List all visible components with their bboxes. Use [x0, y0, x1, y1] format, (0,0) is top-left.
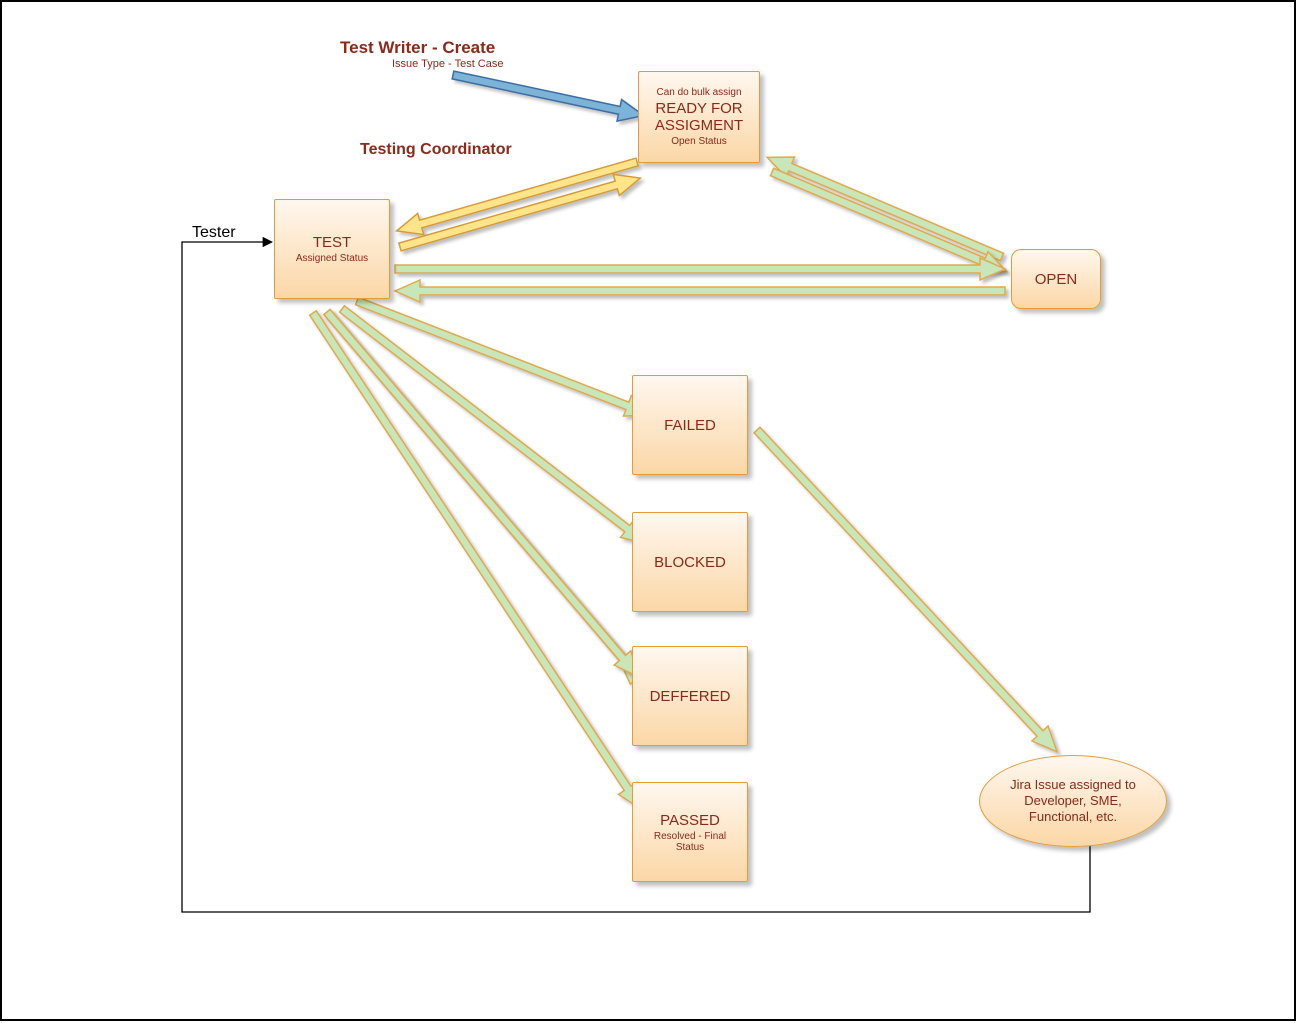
- node-test-title: TEST: [313, 234, 351, 251]
- node-ready-title2: ASSIGMENT: [655, 117, 743, 134]
- arrow-test-to-ready: [397, 168, 643, 258]
- node-passed-sub1: Resolved - Final: [654, 831, 726, 842]
- node-open-title: OPEN: [1035, 271, 1078, 288]
- arrow-open-to-test: [395, 280, 1005, 302]
- node-jira-line1: Jira Issue assigned to: [1010, 777, 1136, 793]
- diagram-canvas: { "labels": { "testwriter_title": "Test …: [0, 0, 1296, 1021]
- arrow-test-to-open: [395, 258, 1005, 280]
- node-deffered: DEFFERED: [632, 646, 748, 746]
- label-testwriter-title: Test Writer - Create: [340, 38, 495, 58]
- label-testing-coordinator: Testing Coordinator: [360, 141, 512, 159]
- label-tester: Tester: [192, 224, 236, 242]
- node-jira-line2: Developer, SME,: [1024, 793, 1122, 809]
- node-blocked-title: BLOCKED: [654, 554, 726, 571]
- arrow-ready-to-open: [768, 162, 1011, 282]
- node-jira-line3: Functional, etc.: [1029, 809, 1117, 825]
- node-ready-title1: READY FOR: [655, 100, 742, 117]
- node-passed-title: PASSED: [660, 812, 720, 829]
- node-passed: PASSED Resolved - Final Status: [632, 782, 748, 882]
- node-deffered-title: DEFFERED: [650, 688, 731, 705]
- arrow-create: [451, 64, 646, 126]
- arrow-open-to-ready: [763, 147, 1006, 267]
- node-passed-sub2: Status: [676, 842, 704, 853]
- node-jira: Jira Issue assigned to Developer, SME, F…: [979, 755, 1167, 847]
- arrow-test-to-deffered-fix: [319, 305, 647, 684]
- node-ready-pre: Can do bulk assign: [656, 87, 741, 98]
- arrow-failed-to-jira: [749, 422, 1065, 759]
- node-failed-title: FAILED: [664, 417, 716, 434]
- node-ready-sub: Open Status: [671, 136, 727, 147]
- node-failed: FAILED: [632, 375, 748, 475]
- node-open: OPEN: [1011, 249, 1101, 309]
- node-test: TEST Assigned Status: [274, 199, 390, 299]
- node-blocked: BLOCKED: [632, 512, 748, 612]
- arrow-ready-to-test: [394, 151, 640, 241]
- arrow-test-to-passed: [304, 307, 651, 815]
- label-testwriter-sub: Issue Type - Test Case: [392, 58, 503, 70]
- node-test-sub: Assigned Status: [296, 253, 368, 264]
- node-ready: Can do bulk assign READY FOR ASSIGMENT O…: [638, 71, 760, 163]
